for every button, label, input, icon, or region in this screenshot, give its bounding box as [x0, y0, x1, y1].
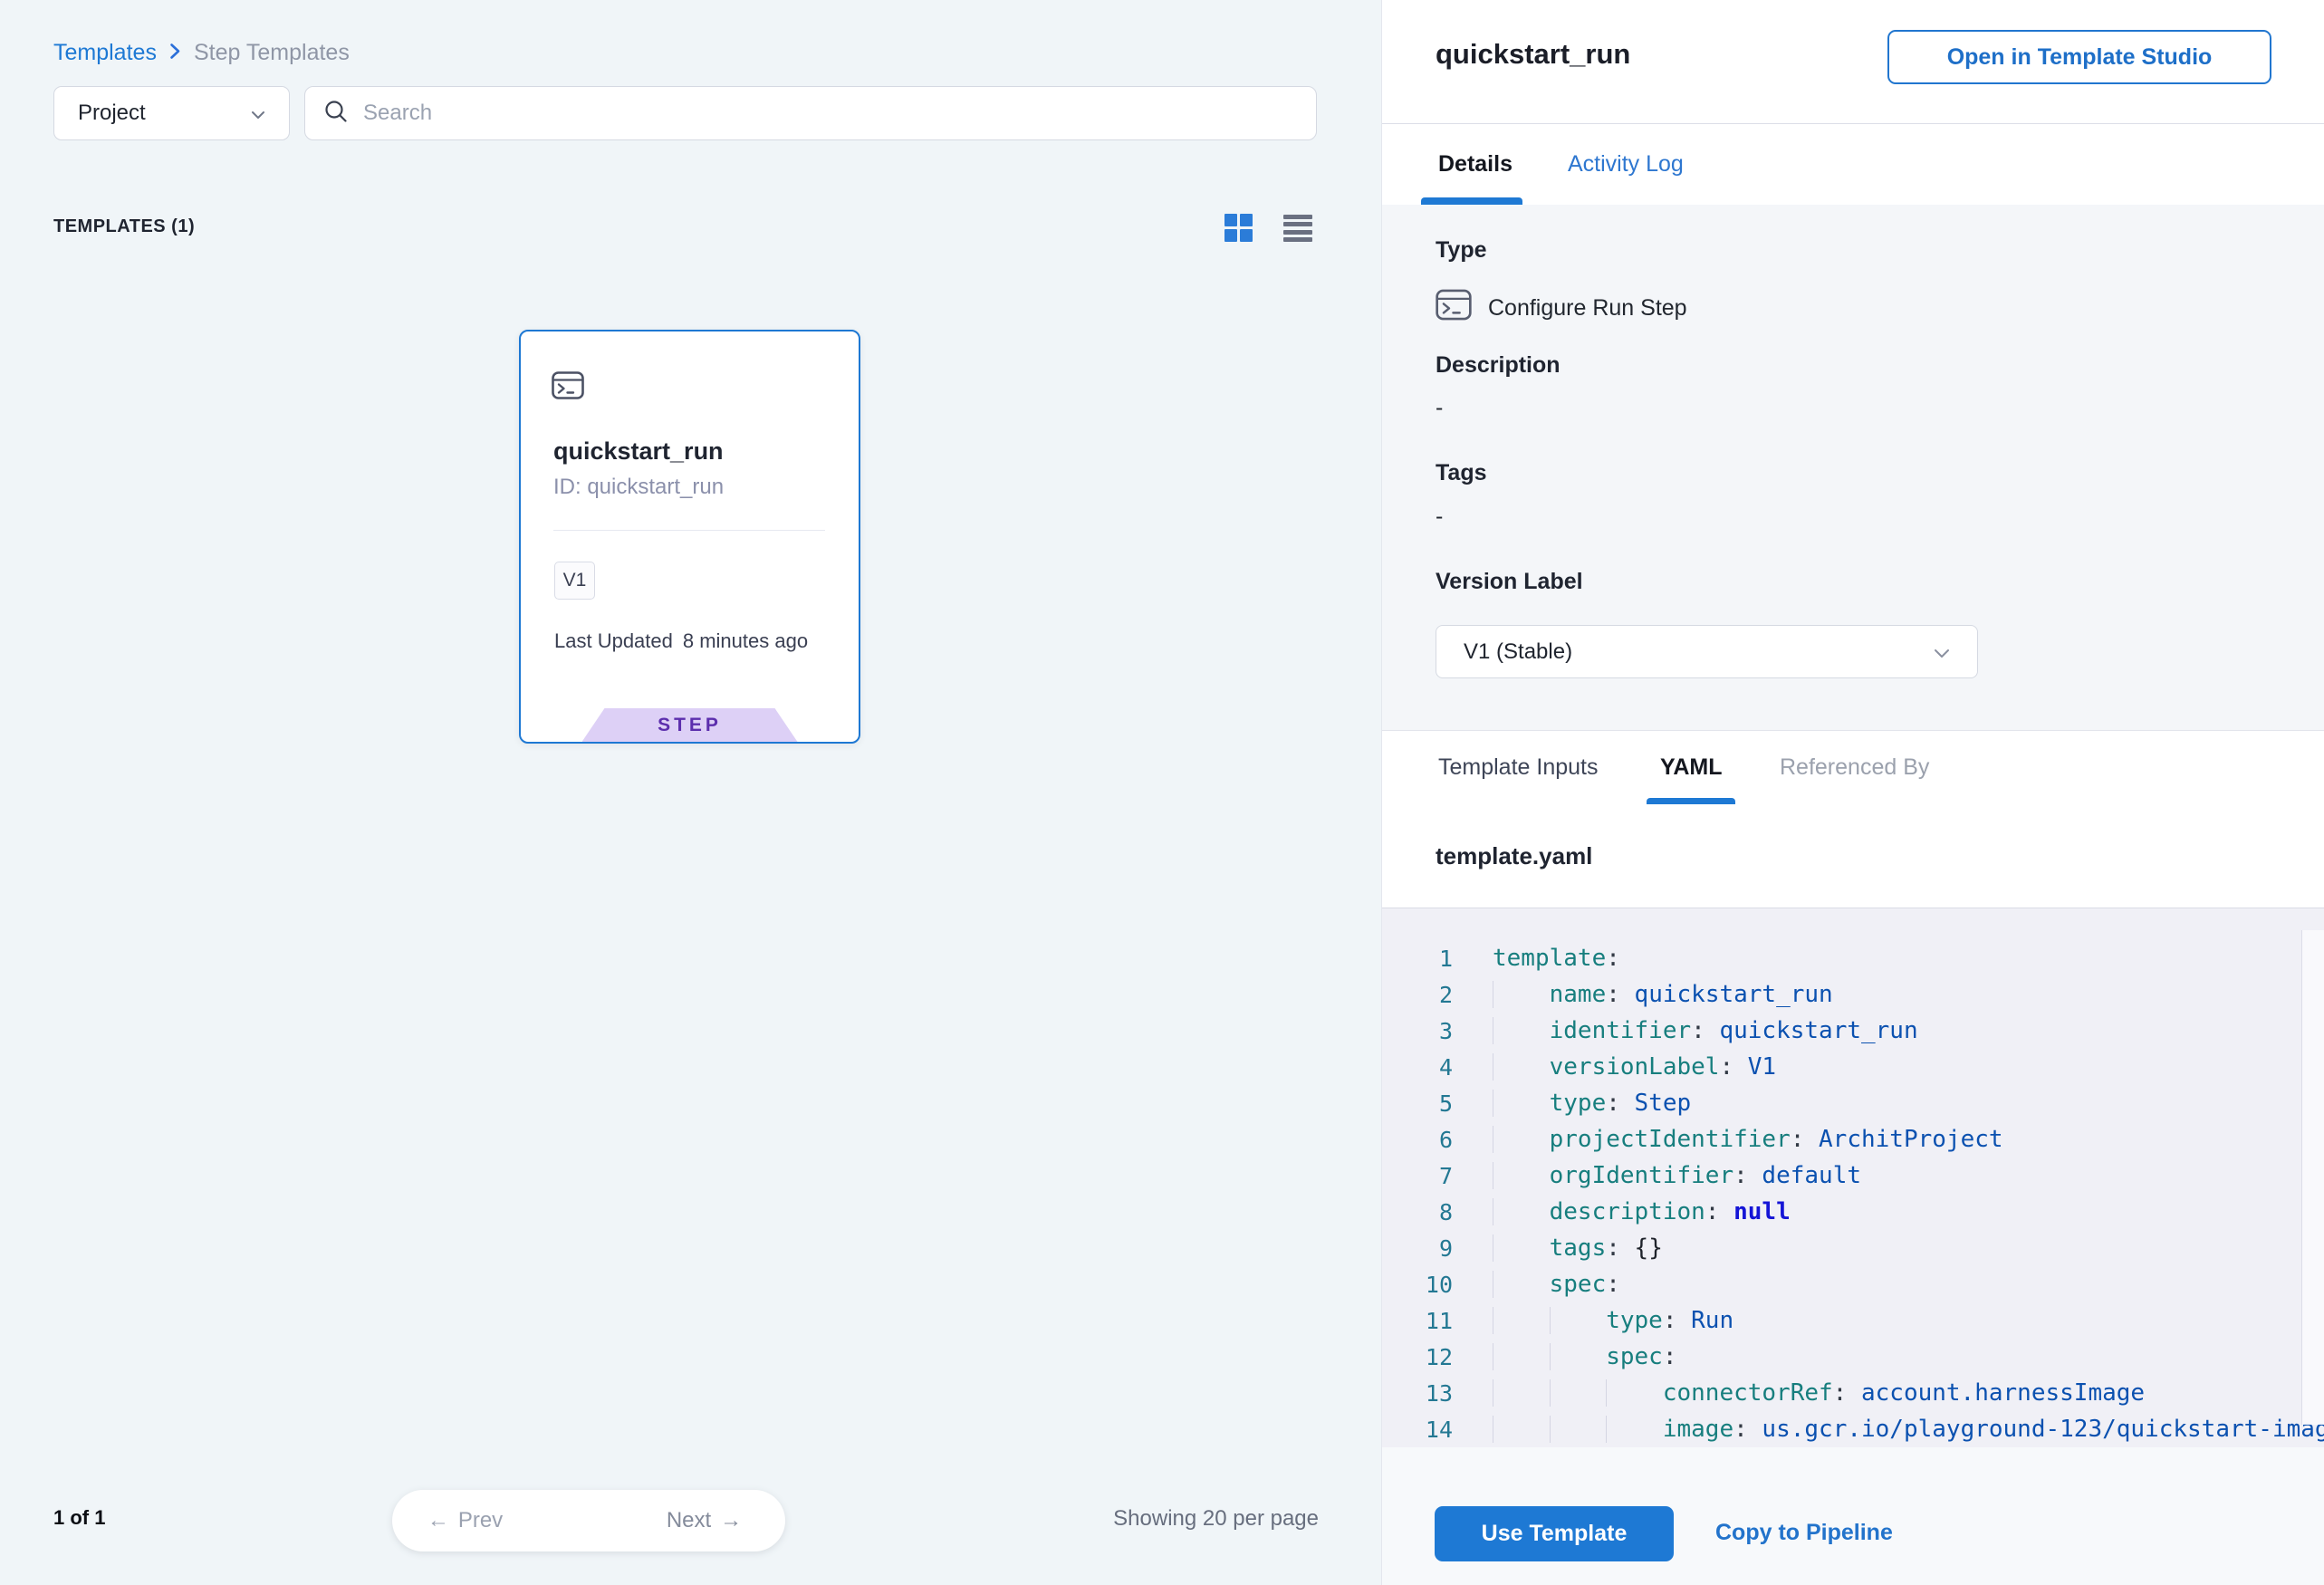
card-divider — [553, 530, 825, 531]
description-value: - — [1436, 395, 1443, 421]
search-input[interactable] — [363, 101, 1298, 126]
page-title: quickstart_run — [1436, 38, 1630, 71]
tags-value: - — [1436, 504, 1443, 530]
chevron-down-icon — [1934, 639, 1950, 665]
page-summary: 1 of 1 — [53, 1506, 105, 1530]
templates-list-panel: Templates Step Templates Project TEMPLAT — [0, 0, 1381, 1585]
breadcrumb-current: Step Templates — [194, 40, 350, 66]
type-label: Type — [1436, 237, 1487, 264]
template-card[interactable]: quickstart_run ID: quickstart_run V1 Las… — [519, 330, 860, 744]
code-line: 7orgIdentifier: default — [1382, 1158, 2324, 1194]
grid-view-icon[interactable] — [1224, 214, 1253, 243]
last-updated-value: 8 minutes ago — [683, 629, 808, 653]
list-view-icon[interactable] — [1283, 214, 1312, 243]
description-label: Description — [1436, 352, 1561, 379]
yaml-editor[interactable]: 1template:2name: quickstart_run3identifi… — [1382, 908, 2324, 1447]
code-line: 12spec: — [1382, 1339, 2324, 1375]
tab-details[interactable]: Details — [1438, 151, 1513, 178]
details-header: quickstart_run Open in Template Studio — [1382, 0, 2324, 124]
details-footer: Use Template Copy to Pipeline — [1382, 1447, 2324, 1585]
next-page-button[interactable]: Next → — [623, 1490, 785, 1551]
arrow-right-icon: → — [720, 1508, 742, 1533]
template-card-id: ID: quickstart_run — [553, 475, 724, 500]
use-template-button[interactable]: Use Template — [1435, 1506, 1674, 1561]
terminal-icon — [1436, 289, 1472, 327]
yaml-file-name: template.yaml — [1436, 842, 1592, 870]
version-select-value: V1 (Stable) — [1464, 639, 1572, 665]
breadcrumb: Templates Step Templates — [53, 38, 350, 67]
templates-count-label: TEMPLATES (1) — [53, 216, 195, 237]
tab-referenced-by[interactable]: Referenced By — [1780, 754, 1929, 781]
tab-template-inputs[interactable]: Template Inputs — [1438, 754, 1599, 781]
version-label: Version Label — [1436, 569, 1583, 595]
tab-yaml[interactable]: YAML — [1660, 754, 1723, 781]
yaml-code-lines: 1template:2name: quickstart_run3identifi… — [1382, 940, 2324, 1447]
template-details-panel: quickstart_run Open in Template Studio D… — [1381, 0, 2324, 1585]
details-body: Type Configure Run Step Description - Ta… — [1382, 205, 2324, 730]
pagination: ← Prev 1 Next → — [392, 1490, 785, 1551]
tags-label: Tags — [1436, 460, 1487, 486]
breadcrumb-templates-link[interactable]: Templates — [53, 40, 157, 66]
step-type-ribbon: STEP — [582, 708, 798, 742]
version-select[interactable]: V1 (Stable) — [1436, 625, 1978, 678]
prev-page-button[interactable]: ← Prev — [392, 1490, 538, 1551]
yaml-tabbar: Template Inputs YAML Referenced By — [1382, 730, 2324, 804]
chevron-right-icon — [169, 40, 181, 66]
code-line: 14image: us.gcr.io/playground-123/quicks… — [1382, 1411, 2324, 1447]
code-line: 2name: quickstart_run — [1382, 976, 2324, 1013]
arrow-left-icon: ← — [427, 1508, 449, 1533]
code-line: 3identifier: quickstart_run — [1382, 1013, 2324, 1049]
code-line: 13connectorRef: account.harnessImage — [1382, 1375, 2324, 1411]
last-updated-label: Last Updated — [554, 629, 673, 653]
chevron-down-icon — [251, 101, 265, 126]
search-box[interactable] — [304, 86, 1317, 140]
code-line: 5type: Step — [1382, 1085, 2324, 1121]
code-line: 9tags: {} — [1382, 1230, 2324, 1266]
copy-to-pipeline-link[interactable]: Copy to Pipeline — [1715, 1520, 1893, 1546]
app-screen: Templates Step Templates Project TEMPLAT — [0, 0, 2324, 1585]
terminal-icon — [552, 371, 584, 404]
code-line: 10spec: — [1382, 1266, 2324, 1302]
search-icon — [323, 99, 349, 129]
template-card-title: quickstart_run — [553, 437, 724, 466]
list-header: TEMPLATES (1) — [0, 214, 1381, 245]
code-line: 11type: Run — [1382, 1302, 2324, 1339]
current-page-button[interactable]: 1 — [538, 1490, 623, 1551]
code-line: 8description: null — [1382, 1194, 2324, 1230]
code-line: 6projectIdentifier: ArchitProject — [1382, 1121, 2324, 1158]
active-tab-indicator — [1421, 197, 1522, 205]
type-value: Configure Run Step — [1488, 295, 1687, 322]
type-value-row: Configure Run Step — [1436, 290, 1687, 326]
editor-minimap[interactable] — [2301, 930, 2324, 1425]
last-updated-row: Last Updated 8 minutes ago — [554, 629, 808, 654]
scope-select-value: Project — [78, 101, 146, 126]
version-badge: V1 — [554, 562, 595, 600]
tab-activity-log[interactable]: Activity Log — [1568, 151, 1684, 178]
details-tabbar: Details Activity Log — [1382, 124, 2324, 205]
open-in-template-studio-button[interactable]: Open in Template Studio — [1887, 30, 2271, 84]
yaml-file-header: template.yaml — [1382, 804, 2324, 908]
per-page-label: Showing 20 per page — [1113, 1506, 1319, 1532]
scope-select[interactable]: Project — [53, 86, 290, 140]
code-line: 1template: — [1382, 940, 2324, 976]
code-line: 4versionLabel: V1 — [1382, 1049, 2324, 1085]
